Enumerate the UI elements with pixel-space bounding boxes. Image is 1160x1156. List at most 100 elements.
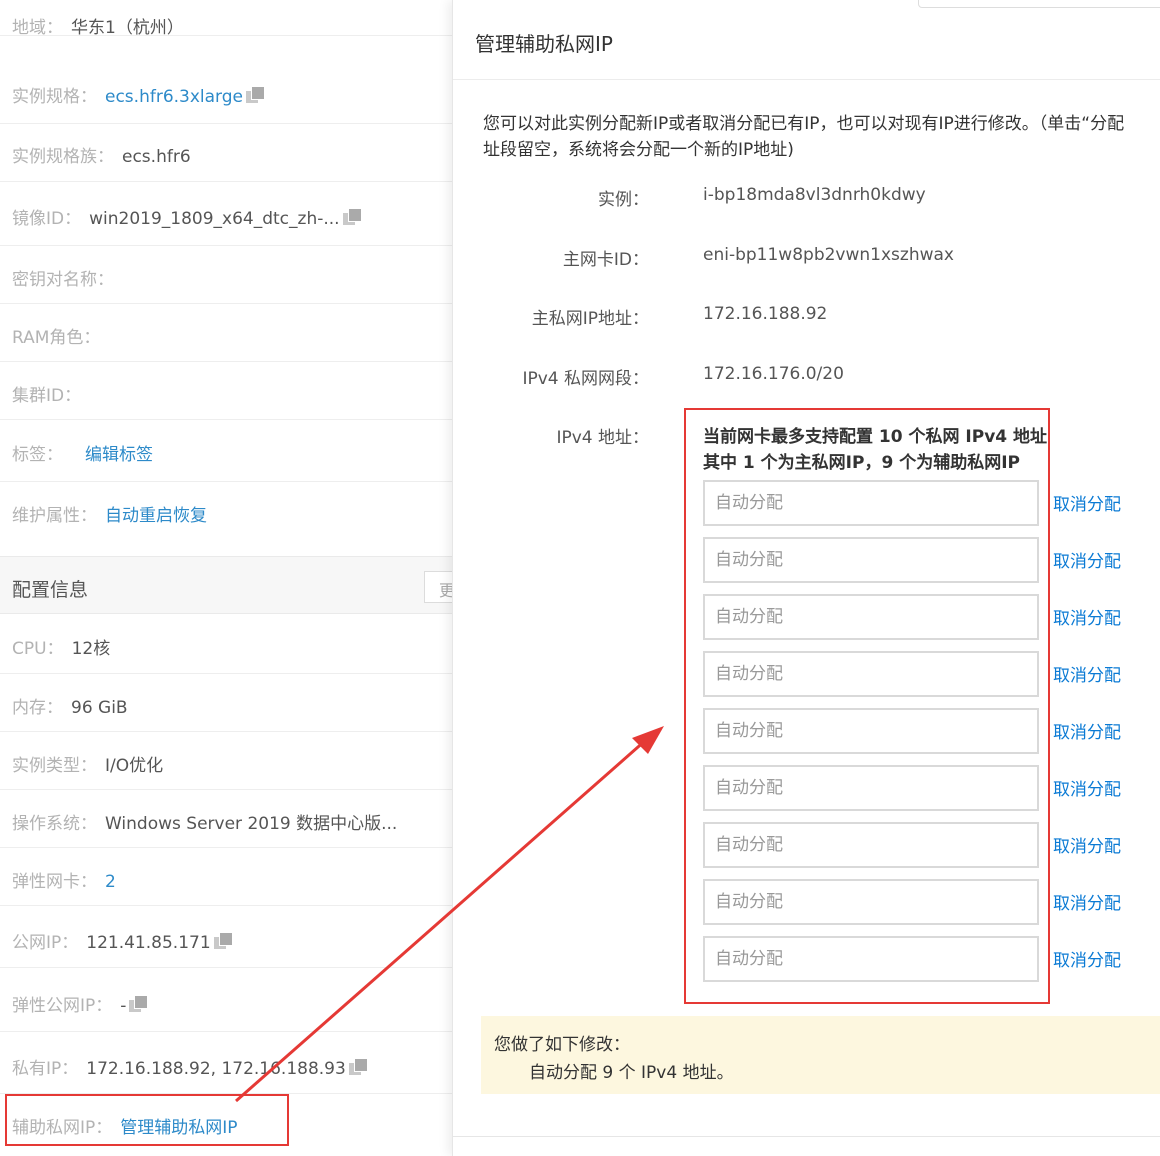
ipv4-limit-notice: 当前网卡最多支持配置 10 个私网 IPv4 地址 [703,427,1048,447]
instance-category-label: 实例类型： [12,756,97,776]
ram-role-label: RAM角色： [12,328,101,348]
cpu-label: CPU： [12,639,64,659]
change-summary: 您做了如下修改： 自动分配 9 个 IPv4 地址。 [481,1016,1160,1094]
ip-address-row: 取消分配 [453,651,1160,699]
copy-icon[interactable] [129,995,149,1013]
cluster-id-label: 集群ID： [12,386,82,406]
ip-address-input[interactable] [703,936,1039,982]
change-summary-item: 自动分配 9 个 IPv4 地址。 [529,1063,734,1083]
image-id-row: 镜像ID： win2019_1809_x64_dtc_zh-... [0,182,452,246]
image-id-value: win2019_1809_x64_dtc_zh-... [89,209,340,229]
memory-label: 内存： [12,698,63,718]
edit-tags-link[interactable]: 编辑标签 [85,445,153,465]
field-primary-ip-value: 172.16.188.92 [703,304,828,324]
keypair-row: 密钥对名称： [0,246,452,304]
cancel-assign-link[interactable]: 取消分配 [1053,946,1121,971]
field-ipv4-label: IPv4 地址： [556,428,649,448]
memory-row: 内存： 96 GiB [0,674,452,732]
os-row: 操作系统： Windows Server 2019 数据中心版... [0,790,452,848]
field-primary-eni-label: 主网卡ID： [562,250,649,270]
top-search-input[interactable] [918,0,1160,8]
ipv4-limit-detail: 其中 1 个为主私网IP，9 个为辅助私网IP [703,453,1020,473]
cpu-row: CPU： 12核 [0,614,452,674]
instance-type-row: 实例规格： ecs.hfr6.3xlarge [0,36,452,124]
eip-row: 弹性公网IP： - [0,968,452,1032]
cancel-assign-link[interactable]: 取消分配 [1053,718,1121,743]
annotation-highlight-box [5,1094,289,1146]
ip-address-row: 取消分配 [453,822,1160,870]
eni-row: 弹性网卡： 2 [0,848,452,906]
instance-detail-panel: 地域： 华东1（杭州） 实例规格： ecs.hfr6.3xlarge 实例规格族： e… [0,0,452,1156]
instance-family-row: 实例规格族： ecs.hfr6 [0,124,452,182]
public-ip-value: 121.41.85.171 [86,933,211,953]
ip-address-input[interactable] [703,765,1039,811]
instance-category-row: 实例类型： I/O优化 [0,732,452,790]
field-subnet-value: 172.16.176.0/20 [703,364,844,384]
field-primary-ip-label: 主私网IP地址： [531,309,649,329]
private-ip-value: 172.16.188.92, 172.16.188.93 [86,1059,346,1079]
cpu-value: 12核 [71,639,111,659]
ip-address-input[interactable] [703,708,1039,754]
ip-address-row: 取消分配 [453,765,1160,813]
ip-address-row: 取消分配 [453,936,1160,984]
region-value: 华东1（杭州） [71,18,184,36]
change-summary-title: 您做了如下修改： [494,1035,630,1055]
ip-address-input[interactable] [703,537,1039,583]
dialog-header: 管理辅助私网IP [453,0,1160,80]
config-change-button[interactable]: 更 [424,571,452,603]
auto-recovery-link[interactable]: 自动重启恢复 [105,506,207,526]
ip-address-input[interactable] [703,822,1039,868]
manage-secondary-ip-dialog: 管理辅助私网IP 您可以对此实例分配新IP或者取消分配已有IP，也可以对现有IP… [452,0,1160,1156]
field-instance-label: 实例： [598,190,649,210]
public-ip-row: 公网IP： 121.41.85.171 [0,906,452,968]
field-subnet-label: IPv4 私网网段： [522,369,649,389]
ip-address-row: 取消分配 [453,879,1160,927]
cancel-assign-link[interactable]: 取消分配 [1053,604,1121,629]
memory-value: 96 GiB [71,698,128,718]
cancel-assign-link[interactable]: 取消分配 [1053,832,1121,857]
cancel-assign-link[interactable]: 取消分配 [1053,889,1121,914]
config-section-header: 配置信息 更 [0,556,452,614]
eni-label: 弹性网卡： [12,872,97,892]
copy-icon[interactable] [348,1058,368,1076]
dialog-footer-divider [453,1136,1160,1137]
dialog-description-line2: 址段留空，系统将会分配一个新的IP地址) [483,140,794,160]
instance-type-link[interactable]: ecs.hfr6.3xlarge [105,87,243,107]
maintenance-row: 维护属性： 自动重启恢复 [0,482,452,542]
cancel-assign-link[interactable]: 取消分配 [1053,547,1121,572]
copy-icon[interactable] [213,932,233,950]
cluster-id-row: 集群ID： [0,362,452,420]
instance-category-value: I/O优化 [105,756,164,776]
cancel-assign-link[interactable]: 取消分配 [1053,490,1121,515]
config-section-title: 配置信息 [12,579,89,601]
ip-address-row: 取消分配 [453,537,1160,585]
tags-label: 标签： [12,445,63,465]
field-primary-eni-value: eni-bp11w8pb2vwn1xszhwax [703,245,954,265]
ip-address-row: 取消分配 [453,480,1160,528]
dialog-title: 管理辅助私网IP [475,32,613,56]
ip-address-row: 取消分配 [453,594,1160,642]
cancel-assign-link[interactable]: 取消分配 [1053,661,1121,686]
instance-family-label: 实例规格族： [12,147,114,167]
ram-role-row: RAM角色： [0,304,452,362]
private-ip-row: 私有IP： 172.16.188.92, 172.16.188.93 [0,1032,452,1094]
eip-label: 弹性公网IP： [12,996,113,1016]
ip-address-input[interactable] [703,480,1039,526]
instance-family-value: ecs.hfr6 [122,147,191,167]
dialog-description-line1: 您可以对此实例分配新IP或者取消分配已有IP，也可以对现有IP进行修改。（单击“… [483,114,1125,134]
field-instance-value: i-bp18mda8vl3dnrh0kdwy [703,185,926,205]
cancel-assign-link[interactable]: 取消分配 [1053,775,1121,800]
maintenance-label: 维护属性： [12,506,97,526]
eni-count-link[interactable]: 2 [105,872,116,892]
public-ip-label: 公网IP： [12,933,79,953]
ip-address-input[interactable] [703,594,1039,640]
ip-address-input[interactable] [703,651,1039,697]
instance-type-label: 实例规格： [12,87,97,107]
copy-icon[interactable] [342,208,362,226]
eip-value: - [120,996,127,1016]
image-id-label: 镜像ID： [12,209,82,229]
tags-row: 标签： 编辑标签 [0,420,452,482]
ip-address-input[interactable] [703,879,1039,925]
os-label: 操作系统： [12,814,97,834]
copy-icon[interactable] [246,86,265,104]
